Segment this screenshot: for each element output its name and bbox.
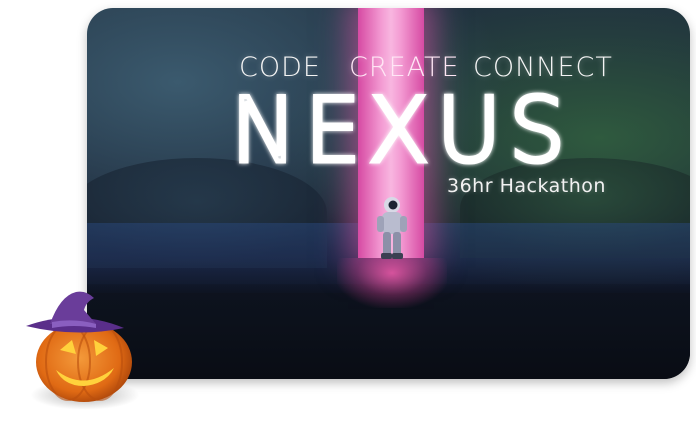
tagline-code: CODE — [239, 52, 321, 83]
astronaut-figure — [377, 197, 407, 259]
event-subtitle: 36hr Hackathon — [447, 175, 606, 197]
event-title: NEXUS — [229, 83, 573, 173]
tagline-connect: CONNECT — [473, 52, 613, 83]
pumpkin-icon — [26, 291, 132, 402]
witch-hat-icon — [26, 291, 124, 333]
light-beam-reflection — [337, 258, 447, 308]
event-title-text: NEXUS — [231, 83, 573, 173]
tagline-create: CREATE — [349, 52, 460, 83]
hackathon-banner: CODE CREATE CONNECT NEXUS 36hr Hackathon — [87, 8, 690, 379]
